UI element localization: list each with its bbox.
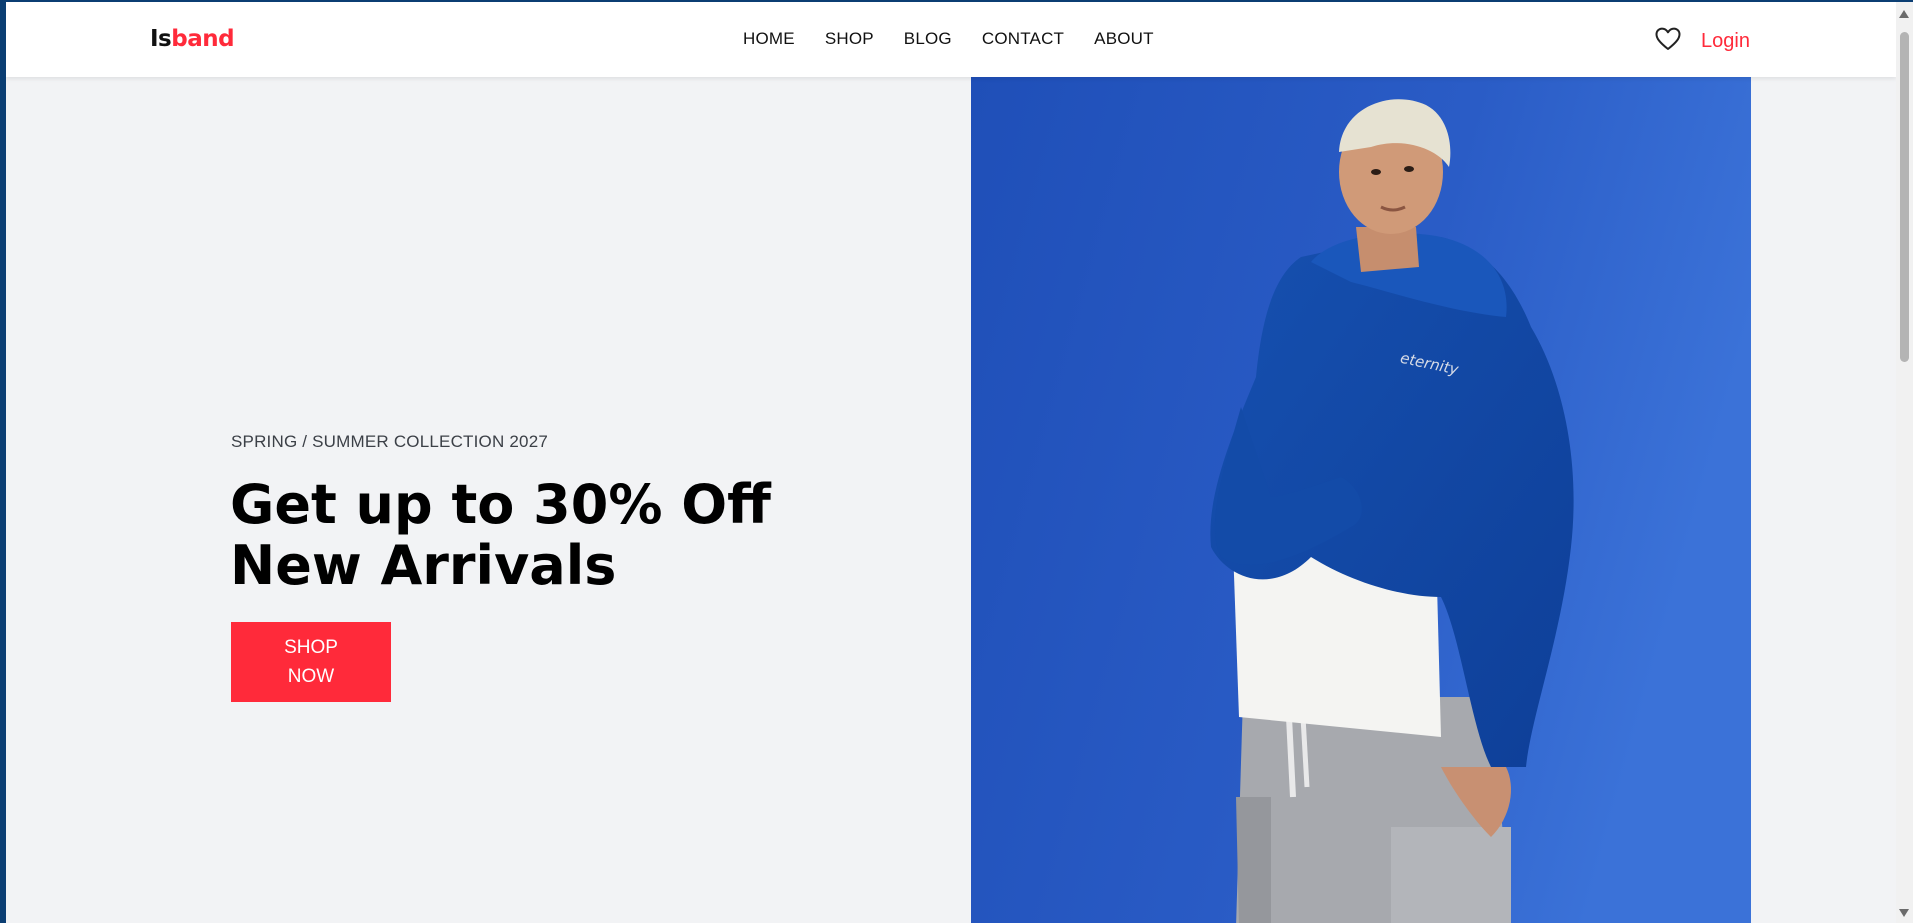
heart-icon[interactable] [1655, 27, 1681, 51]
scroll-thumb[interactable] [1900, 32, 1909, 362]
nav-contact[interactable]: CONTACT [982, 29, 1064, 49]
nav-home[interactable]: HOME [743, 29, 795, 49]
login-link[interactable]: Login [1701, 30, 1750, 53]
headline-line-2: New Arrivals [230, 534, 617, 597]
hero-eyebrow: SPRING / SUMMER COLLECTION 2027 [231, 432, 548, 451]
scroll-up-arrow-icon[interactable] [1899, 10, 1909, 18]
site-logo[interactable]: Isband [150, 26, 235, 52]
hero-headline: Get up to 30% Off New Arrivals [230, 474, 850, 596]
shop-now-line-2: NOW [287, 666, 335, 687]
vertical-scrollbar[interactable] [1896, 2, 1913, 923]
shop-now-line-1: SHOP [284, 637, 338, 658]
shop-now-button[interactable]: SHOP NOW [231, 622, 391, 702]
nav-shop[interactable]: SHOP [825, 29, 874, 49]
headline-line-1: Get up to 30% Off [230, 473, 771, 536]
logo-part-2: band [171, 26, 235, 52]
page-viewport: Isband HOME SHOP BLOG CONTACT ABOUT Logi… [6, 2, 1896, 923]
logo-part-1: Is [150, 26, 172, 52]
nav-about[interactable]: ABOUT [1094, 29, 1154, 49]
main-nav: HOME SHOP BLOG CONTACT ABOUT [743, 29, 1184, 49]
site-header: Isband HOME SHOP BLOG CONTACT ABOUT Logi… [6, 2, 1896, 77]
hero-model-image: eternity [971, 77, 1751, 923]
nav-blog[interactable]: BLOG [904, 29, 952, 49]
scroll-down-arrow-icon[interactable] [1899, 909, 1909, 917]
